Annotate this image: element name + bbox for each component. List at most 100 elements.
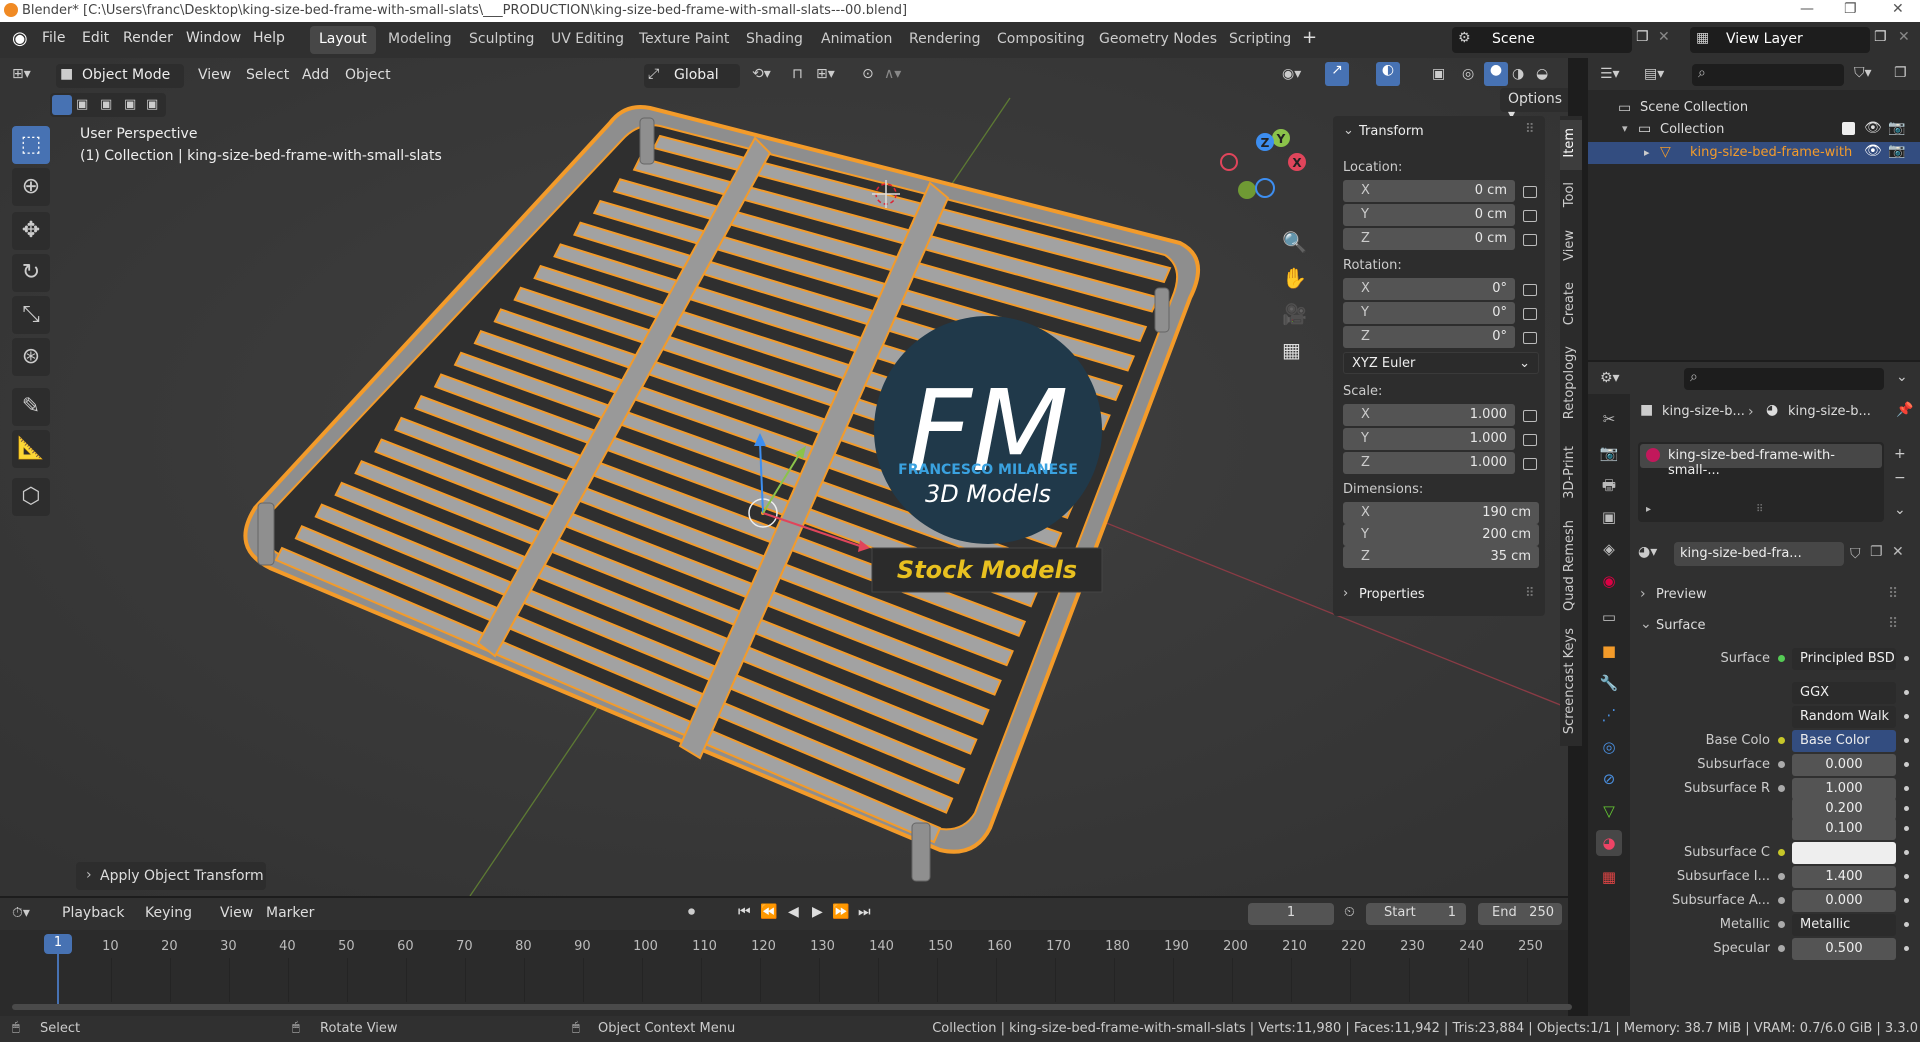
lock-icon[interactable] xyxy=(1523,458,1537,470)
scene-collection-label[interactable]: Scene Collection xyxy=(1640,100,1748,115)
socket-dot-icon[interactable] xyxy=(1778,897,1785,904)
output-tab-icon[interactable]: 🖶 xyxy=(1596,472,1622,498)
socket-dot-icon[interactable] xyxy=(1778,785,1785,792)
sidebar-tab-item[interactable]: Item xyxy=(1562,128,1577,158)
texture-tab-icon[interactable]: ▦ xyxy=(1596,864,1622,890)
new-view-layer-icon[interactable]: ❐ xyxy=(1874,29,1887,45)
keyframe-dot-icon[interactable] xyxy=(1904,738,1909,743)
falloff-icon[interactable]: ∧▾ xyxy=(884,66,901,82)
shading-material-icon[interactable]: ◑ xyxy=(1512,66,1524,82)
pan-icon[interactable]: ✋ xyxy=(1282,266,1307,290)
add-workspace-icon[interactable]: + xyxy=(1302,27,1317,48)
workspace-tab-animation[interactable]: Animation xyxy=(812,26,901,54)
xray-icon[interactable]: ▣ xyxy=(1432,66,1445,82)
lock-icon[interactable] xyxy=(1523,434,1537,446)
rotation-x-field[interactable]: X 0° xyxy=(1343,278,1515,300)
viewport-menu-add[interactable]: Add xyxy=(302,67,329,83)
outliner-search-input[interactable]: ⌕ xyxy=(1692,64,1844,86)
viewport-menu-select[interactable]: Select xyxy=(246,67,289,83)
workspace-tab-layout[interactable]: Layout xyxy=(310,26,376,54)
workspace-tab-geometry-nodes[interactable]: Geometry Nodes xyxy=(1090,26,1226,54)
workspace-tab-scripting[interactable]: Scripting xyxy=(1220,26,1300,54)
select-intersect-icon[interactable]: ▣ xyxy=(146,97,158,112)
select-box-tool[interactable]: ⬚ xyxy=(12,126,50,164)
select-new-icon[interactable] xyxy=(52,95,72,115)
keyframe-dot-icon[interactable] xyxy=(1904,714,1909,719)
delete-scene-icon[interactable]: ✕ xyxy=(1658,29,1670,45)
modifier-tab-icon[interactable]: 🔧 xyxy=(1596,670,1622,696)
display-mode-icon[interactable]: ▤▾ xyxy=(1644,66,1664,82)
browse-material-icon[interactable]: ◕▾ xyxy=(1638,544,1657,560)
location-y-field[interactable]: Y0 cm xyxy=(1343,204,1515,226)
close-icon[interactable]: ✕ xyxy=(1892,1,1904,17)
shading-wireframe-icon[interactable]: ◎ xyxy=(1462,66,1474,82)
lock-icon[interactable] xyxy=(1523,234,1537,246)
drag-handle-icon[interactable]: ⠿ xyxy=(1525,586,1535,601)
drag-handle-icon[interactable]: ⠿ xyxy=(1888,616,1898,632)
property-value-field[interactable]: 0.000 xyxy=(1792,890,1896,912)
rotation-y-field[interactable]: Y 0° xyxy=(1343,302,1515,324)
editor-type-icon[interactable]: ⊞▾ xyxy=(12,66,31,82)
select-extend-icon[interactable]: ▣ xyxy=(76,97,88,112)
property-value-field[interactable]: 1.400 xyxy=(1792,866,1896,888)
keyframe-dot-icon[interactable] xyxy=(1904,690,1909,695)
filter-icon[interactable]: ⛉▾ xyxy=(1854,65,1872,81)
keyframe-dot-icon[interactable] xyxy=(1904,874,1909,879)
menu-window[interactable]: Window xyxy=(186,30,241,46)
physics-tab-icon[interactable]: ◎ xyxy=(1596,734,1622,760)
preview-panel-header[interactable]: Preview xyxy=(1656,587,1707,602)
property-value-field[interactable]: Principled BSDF xyxy=(1792,648,1896,670)
property-value-field[interactable]: 0.200 xyxy=(1792,798,1896,820)
menu-edit[interactable]: Edit xyxy=(82,30,109,46)
zoom-icon[interactable]: 🔍 xyxy=(1282,230,1307,254)
eye-icon[interactable]: 👁 xyxy=(1864,143,1882,159)
collection-tab-icon[interactable]: ▭ xyxy=(1596,604,1622,630)
collection-label[interactable]: Collection xyxy=(1660,122,1724,137)
expand-arrow-icon[interactable]: ▸ xyxy=(1644,146,1650,159)
preview-chevron-icon[interactable]: › xyxy=(1640,586,1646,602)
timeline-scrollbar[interactable] xyxy=(12,1004,1572,1010)
sidebar-tab-screencast-keys[interactable]: Screencast Keys xyxy=(1562,628,1577,734)
scale-z-field[interactable]: Z 1.000 xyxy=(1343,452,1515,474)
properties-search-input[interactable]: ⌕ xyxy=(1684,368,1884,390)
property-value-field[interactable]: 0.500 xyxy=(1792,938,1896,960)
menu-render[interactable]: Render xyxy=(123,30,173,46)
scale-x-field[interactable]: X 1.000 xyxy=(1343,404,1515,426)
workspace-tab-sculpting[interactable]: Sculpting xyxy=(460,26,543,54)
keyframe-dot-icon[interactable] xyxy=(1904,656,1909,661)
socket-dot-icon[interactable] xyxy=(1778,655,1785,662)
sidebar-tab-create[interactable]: Create xyxy=(1562,282,1577,325)
property-value-field[interactable]: GGX xyxy=(1792,682,1896,704)
property-value-field[interactable]: Base Color xyxy=(1792,730,1896,752)
minimize-icon[interactable]: — xyxy=(1800,1,1814,17)
world-tab-icon[interactable]: ◉ xyxy=(1596,568,1622,594)
gizmo-toggle-icon[interactable]: ↗ xyxy=(1325,62,1349,86)
material-slot-list[interactable]: king-size-bed-frame-with-small-... ▸ ⠿ xyxy=(1638,442,1884,522)
select-invert-icon[interactable]: ▣ xyxy=(124,97,136,112)
add-cube-tool[interactable]: ⬡ xyxy=(12,478,50,516)
maximize-icon[interactable]: ❐ xyxy=(1844,1,1857,17)
location-x-field[interactable]: X0 cm xyxy=(1343,180,1515,202)
tool-tab-icon[interactable]: ✂ xyxy=(1596,406,1622,432)
scene-selector[interactable]: ⚙ Scene xyxy=(1452,27,1632,53)
dimension-y-field[interactable]: Y 200 cm xyxy=(1343,524,1539,546)
location-z-field[interactable]: Z0 cm xyxy=(1343,228,1515,250)
view-layer-selector[interactable]: ▦ View Layer xyxy=(1690,27,1870,53)
surface-panel-header[interactable]: Surface xyxy=(1656,618,1706,633)
move-tool[interactable]: ✥ xyxy=(12,212,50,250)
rotation-z-field[interactable]: Z 0° xyxy=(1343,326,1515,348)
keyframe-dot-icon[interactable] xyxy=(1904,786,1909,791)
sidebar-tab-view[interactable]: View xyxy=(1562,230,1577,261)
playhead-frame-badge[interactable]: 1 xyxy=(44,934,72,954)
menu-help[interactable]: Help xyxy=(253,30,285,46)
camera-restrict-icon[interactable]: 📷 xyxy=(1888,143,1905,159)
property-value-field[interactable]: Random Walk xyxy=(1792,706,1896,728)
shading-rendered-icon[interactable]: ◒ xyxy=(1536,66,1548,82)
checkbox-icon[interactable] xyxy=(1842,122,1855,135)
property-value-field[interactable]: Metallic xyxy=(1792,914,1896,936)
properties-chevron-icon[interactable]: › xyxy=(1343,586,1348,601)
workspace-tab-modeling[interactable]: Modeling xyxy=(379,26,461,54)
socket-dot-icon[interactable] xyxy=(1778,945,1785,952)
expand-arrow-icon[interactable]: ▾ xyxy=(1622,122,1628,135)
unlink-material-icon[interactable]: ✕ xyxy=(1892,544,1904,560)
